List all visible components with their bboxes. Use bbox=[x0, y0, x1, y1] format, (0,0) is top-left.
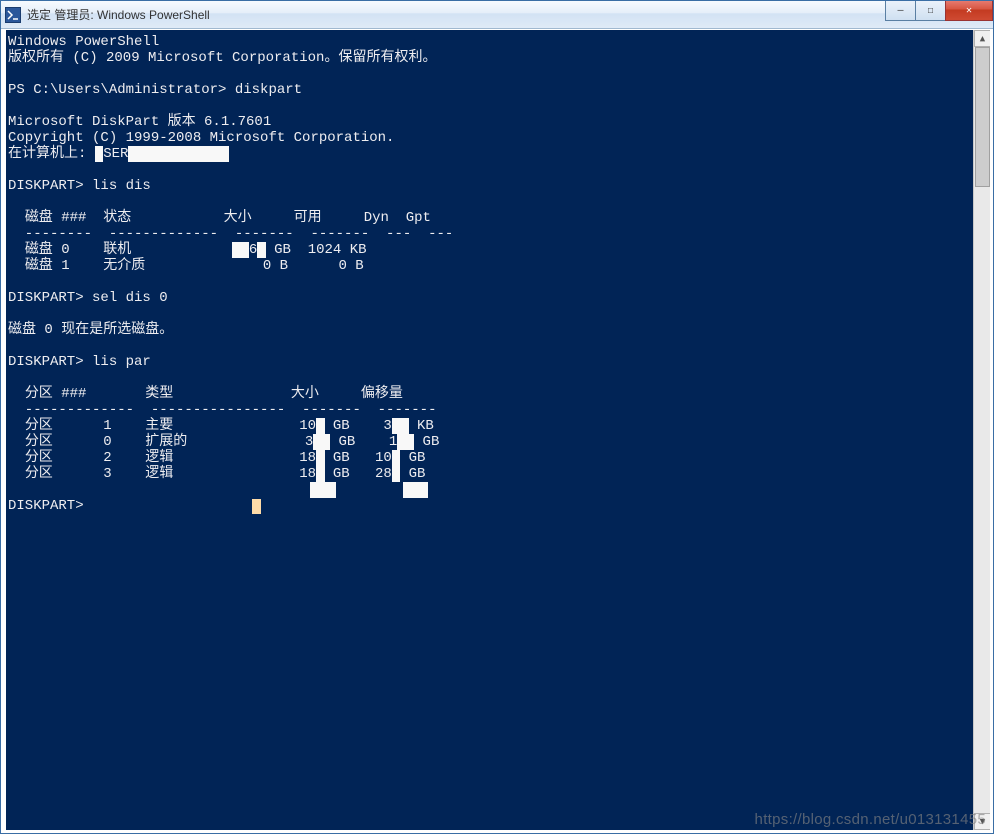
par-row-3-sizev: 18 bbox=[299, 466, 316, 482]
par-row-3-num: 3 bbox=[103, 466, 111, 482]
ps-header-line2: 版权所有 (C) 2009 Microsoft Corporation。保留所有… bbox=[8, 50, 436, 66]
cursor-block-icon bbox=[252, 499, 261, 514]
par-row-1-num: 0 bbox=[103, 434, 111, 450]
disk-row-0-status: 联机 bbox=[103, 242, 131, 258]
dp-prompt-3: DISKPART> bbox=[8, 354, 92, 370]
diskhdr-free: 可用 bbox=[294, 210, 322, 226]
par-row-3-par: 分区 bbox=[25, 466, 53, 482]
cmd-lis-dis: lis dis bbox=[92, 178, 151, 194]
diskpart-version: Microsoft DiskPart 版本 6.1.7601 bbox=[8, 114, 271, 130]
console-output[interactable]: Windows PowerShell 版权所有 (C) 2009 Microso… bbox=[6, 30, 972, 830]
parhdr-num: 分区 ### bbox=[25, 386, 87, 402]
minimize-button[interactable]: — bbox=[885, 1, 915, 21]
scroll-track[interactable] bbox=[974, 47, 990, 813]
ps-prompt-1: PS C:\Users\Administrator> bbox=[8, 82, 235, 98]
par-row-2-sizeu: GB bbox=[333, 450, 350, 466]
scroll-up-button[interactable]: ▲ bbox=[974, 30, 990, 47]
disk-row-1-size: 0 B bbox=[263, 258, 288, 274]
diskhdr-gpt: Gpt bbox=[406, 210, 431, 226]
scroll-thumb[interactable] bbox=[975, 47, 990, 187]
diskpart-copyright: Copyright (C) 1999-2008 Microsoft Corpor… bbox=[8, 130, 394, 146]
sel-dis-result: 磁盘 0 现在是所选磁盘。 bbox=[8, 322, 173, 338]
diskhdr-dyn: Dyn bbox=[364, 210, 389, 226]
diskhdr-size: 大小 bbox=[224, 210, 252, 226]
par-row-1-offu: GB bbox=[423, 434, 440, 450]
watermark-text: https://blog.csdn.net/u013131455 bbox=[755, 811, 986, 828]
powershell-window: 选定 管理员: Windows PowerShell — ☐ ✕ Windows… bbox=[0, 0, 994, 834]
redacted-block: XXXXXXXXXXXX bbox=[128, 146, 229, 162]
par-row-0-offv: 3 bbox=[383, 418, 391, 434]
disk-row-0-disk: 磁盘 0 bbox=[25, 242, 70, 258]
close-button[interactable]: ✕ bbox=[945, 1, 993, 21]
par-row-2-num: 2 bbox=[103, 450, 111, 466]
par-row-0-offu: KB bbox=[417, 418, 434, 434]
diskhdr-num: 磁盘 ### bbox=[25, 210, 87, 226]
disk-row-1-status: 无介质 bbox=[103, 258, 145, 274]
on-computer-label: 在计算机上: bbox=[8, 146, 95, 162]
window-title: 选定 管理员: Windows PowerShell bbox=[27, 6, 210, 23]
par-row-3-sizeu: GB bbox=[333, 466, 350, 482]
par-row-2-par: 分区 bbox=[25, 450, 53, 466]
vertical-scrollbar[interactable]: ▲ ▼ bbox=[973, 30, 990, 830]
cmd-diskpart: diskpart bbox=[235, 82, 302, 98]
dp-prompt-2: DISKPART> bbox=[8, 290, 92, 306]
par-row-0-sizeu: GB bbox=[333, 418, 350, 434]
parhdr-size: 大小 bbox=[291, 386, 319, 402]
par-row-0-par: 分区 bbox=[25, 418, 53, 434]
titlebar[interactable]: 选定 管理员: Windows PowerShell — ☐ ✕ bbox=[1, 1, 993, 29]
window-controls: — ☐ ✕ bbox=[885, 1, 993, 21]
ps-header-line1: Windows PowerShell bbox=[8, 34, 159, 50]
diskhdr-status: 状态 bbox=[103, 210, 131, 226]
par-row-0-num: 1 bbox=[103, 418, 111, 434]
dp-prompt-4: DISKPART> bbox=[8, 498, 92, 514]
disk-row-0-free: 1024 KB bbox=[308, 242, 367, 258]
powershell-icon bbox=[5, 7, 21, 23]
par-row-2-offv: 10 bbox=[375, 450, 392, 466]
par-row-1-type: 扩展的 bbox=[145, 434, 187, 450]
par-row-2-type: 逻辑 bbox=[145, 450, 173, 466]
cmd-sel-dis-0: sel dis 0 bbox=[92, 290, 168, 306]
par-row-1-sizeu: GB bbox=[339, 434, 356, 450]
par-row-3-type: 逻辑 bbox=[145, 466, 173, 482]
maximize-button[interactable]: ☐ bbox=[915, 1, 945, 21]
par-row-0-type: 主要 bbox=[145, 418, 173, 434]
console-client-area: Windows PowerShell 版权所有 (C) 2009 Microso… bbox=[6, 30, 990, 830]
disk-row-1-free: 0 B bbox=[339, 258, 364, 274]
dp-prompt-1: DISKPART> bbox=[8, 178, 92, 194]
par-row-2-offu: GB bbox=[409, 450, 426, 466]
disk-row-0-sizeu: GB bbox=[274, 242, 291, 258]
computer-name-visible: SER bbox=[103, 146, 128, 162]
par-row-2-sizev: 18 bbox=[299, 450, 316, 466]
disk-row-1-disk: 磁盘 1 bbox=[25, 258, 70, 274]
par-row-1-par: 分区 bbox=[25, 434, 53, 450]
parhdr-type: 类型 bbox=[145, 386, 173, 402]
cmd-lis-par: lis par bbox=[92, 354, 151, 370]
par-row-0-sizev: 10 bbox=[299, 418, 316, 434]
par-row-3-offv: 28 bbox=[375, 466, 392, 482]
par-row-3-offu: GB bbox=[409, 466, 426, 482]
parhdr-offset: 偏移量 bbox=[361, 386, 403, 402]
